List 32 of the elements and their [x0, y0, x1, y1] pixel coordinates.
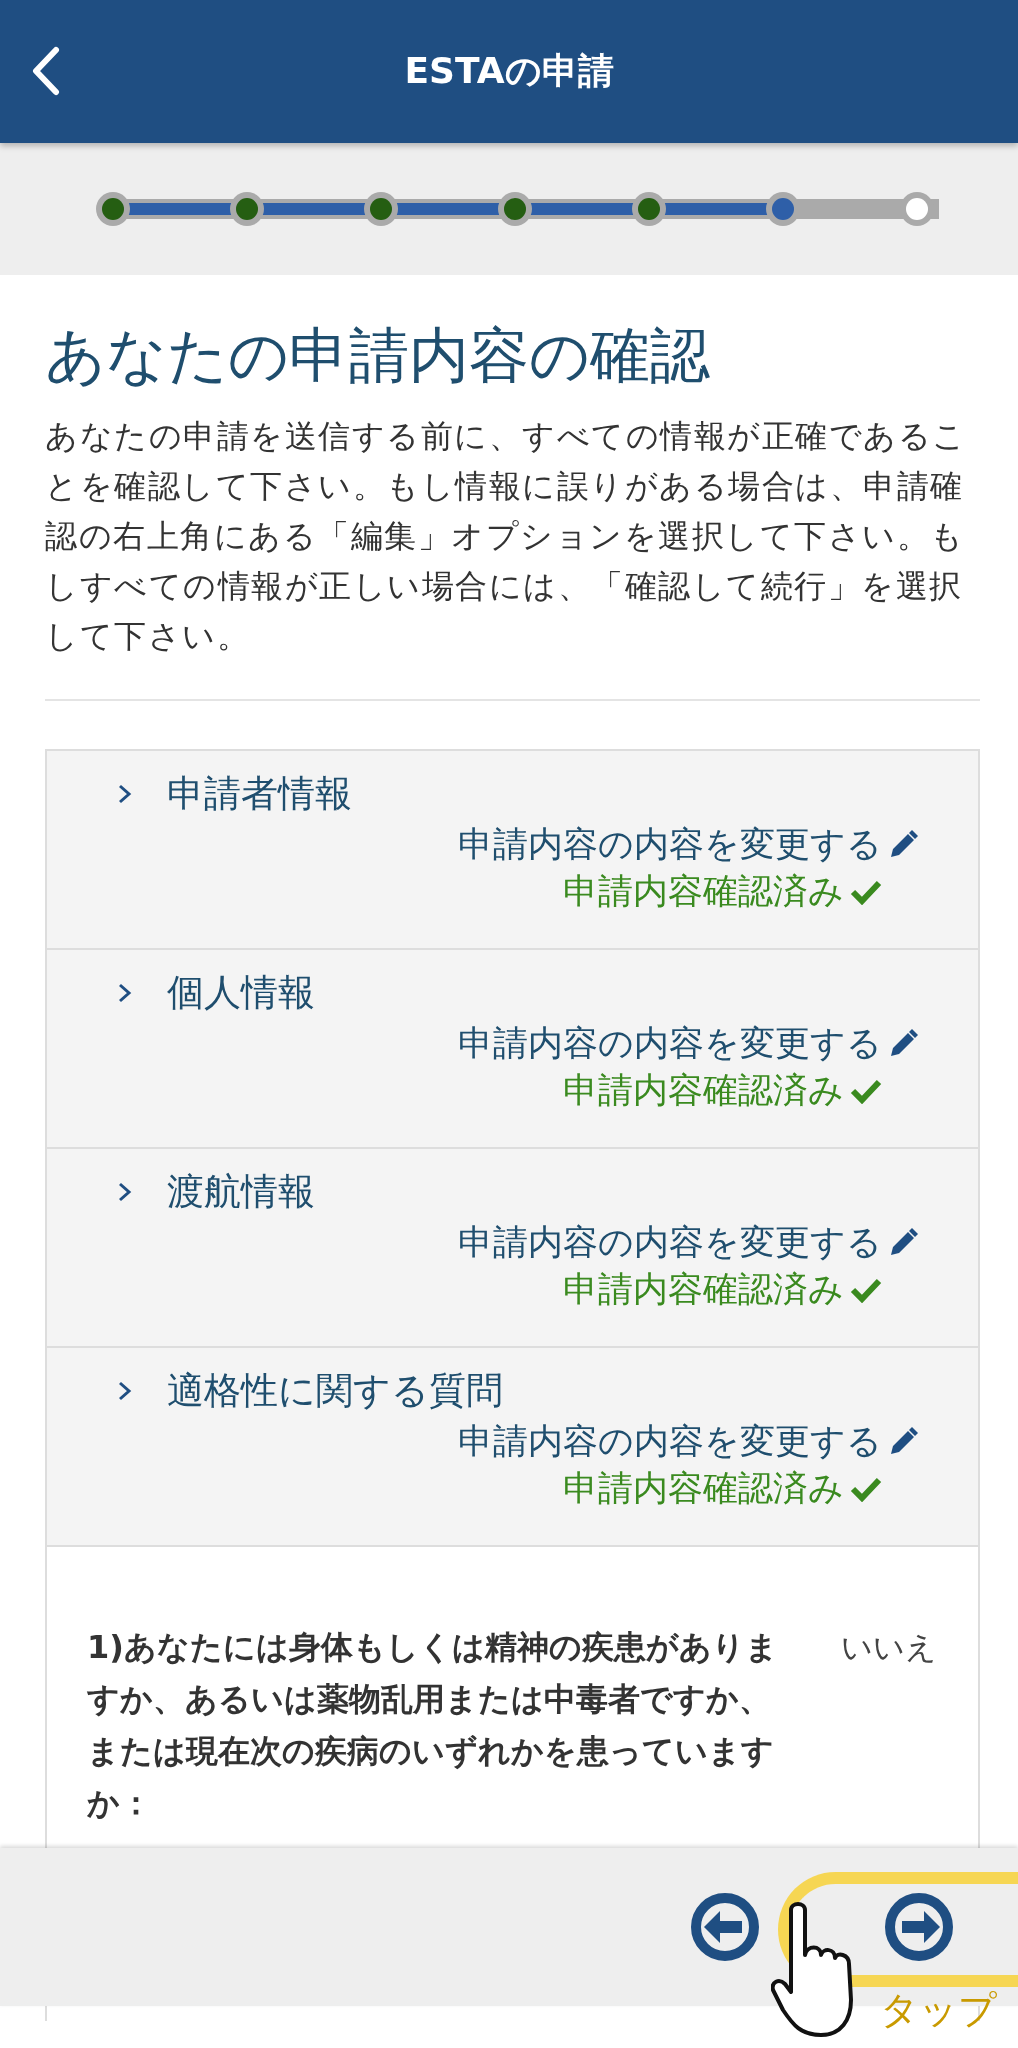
edit-link[interactable]: 申請内容の内容を変更する	[458, 821, 882, 868]
question-text: 1)あなたには身体もしくは精神の疾患がありますか、あるいは薬物乱用または中毒者ですか、または現在次の疾病のいずれかを患っていますか：	[87, 1627, 779, 1824]
back-arrow-button[interactable]	[690, 1892, 760, 1962]
screen-title: ESTAの申請	[404, 49, 614, 93]
tap-hint: タップ	[880, 1988, 997, 2032]
status-text: 申請内容確認済み	[563, 1268, 844, 1311]
pencil-icon[interactable]	[888, 1227, 918, 1258]
pencil-icon[interactable]	[888, 1426, 918, 1457]
chevron-icon[interactable]	[117, 1379, 133, 1403]
checkmark-icon	[850, 878, 882, 905]
status-text: 申請内容確認済み	[563, 1069, 844, 1112]
intro-paragraph: あなたの申請を送信する前に、すべての情報が正確であることを確認して下さい。もし情報に誤りがある場合は、申請確認の右上角にある「編集」オプションを選択して下さい。もしすべての情報が正しい場合には、「確認して続行」を選択して下さい。	[45, 416, 968, 657]
status-text: 申請内容確認済み	[563, 870, 844, 913]
chevron-icon[interactable]	[117, 1180, 133, 1204]
section-title[interactable]: 渡航情報	[167, 1167, 315, 1217]
page-heading: あなたの申請内容の確認	[45, 319, 711, 392]
answer-text: いいえ	[841, 1628, 937, 1667]
chevron-icon[interactable]	[117, 782, 133, 806]
checkmark-icon	[850, 1276, 882, 1303]
section-title[interactable]: 個人情報	[167, 968, 315, 1018]
section-title[interactable]: 適格性に関する質問	[167, 1366, 503, 1416]
status-text: 申請内容確認済み	[563, 1467, 844, 1510]
edit-link[interactable]: 申請内容の内容を変更する	[458, 1020, 882, 1067]
pencil-icon[interactable]	[888, 1028, 918, 1059]
edit-link[interactable]: 申請内容の内容を変更する	[458, 1418, 882, 1465]
checkmark-icon	[850, 1475, 882, 1502]
checkmark-icon	[850, 1077, 882, 1104]
pencil-icon[interactable]	[888, 829, 918, 860]
section-title[interactable]: 申請者情報	[167, 769, 352, 819]
edit-link[interactable]: 申請内容の内容を変更する	[458, 1219, 882, 1266]
chevron-icon[interactable]	[117, 981, 133, 1005]
next-arrow-button[interactable]	[884, 1892, 954, 1962]
